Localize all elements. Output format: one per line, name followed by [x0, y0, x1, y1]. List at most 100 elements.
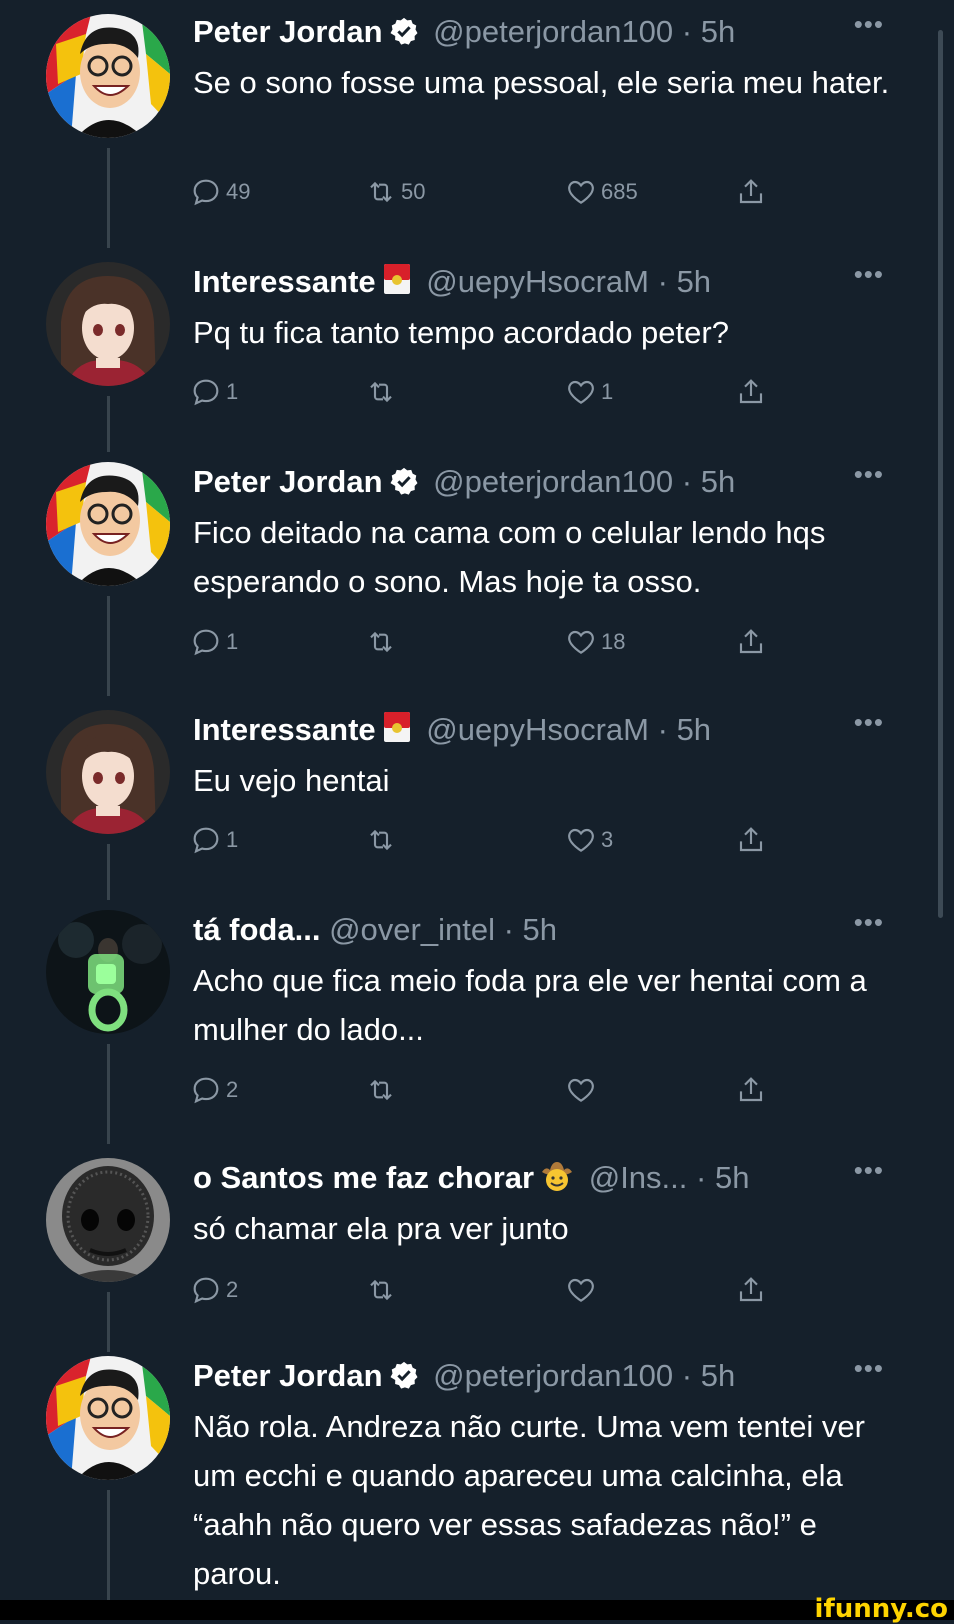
- more-options-icon[interactable]: •••: [854, 702, 884, 742]
- like-button[interactable]: 3: [565, 820, 613, 860]
- timestamp[interactable]: 5h: [523, 912, 557, 947]
- display-name[interactable]: tá foda...: [193, 912, 320, 947]
- tweet-header: tá foda... @over_intel · 5h •••: [193, 907, 884, 950]
- handle[interactable]: @peterjordan100: [433, 1358, 673, 1393]
- display-name[interactable]: Interessante: [193, 712, 376, 747]
- more-options-icon[interactable]: •••: [854, 4, 884, 44]
- avatar[interactable]: [46, 910, 170, 1034]
- separator: ·: [657, 264, 668, 299]
- display-name[interactable]: Peter Jordan: [193, 1358, 383, 1393]
- share-button[interactable]: [735, 1070, 767, 1110]
- like-button[interactable]: [565, 1070, 601, 1110]
- timestamp[interactable]: 5h: [701, 1358, 735, 1393]
- like-button[interactable]: 18: [565, 622, 625, 662]
- share-button[interactable]: [735, 172, 767, 212]
- separator: ·: [657, 712, 668, 747]
- display-name[interactable]: Interessante: [193, 264, 376, 299]
- handle[interactable]: @peterjordan100: [433, 464, 673, 499]
- thread-line: [107, 396, 110, 452]
- tweet-header: o Santos me faz chorar @Ins... · 5h •••: [193, 1155, 884, 1198]
- display-name[interactable]: Peter Jordan: [193, 14, 383, 49]
- avatar[interactable]: [46, 1158, 170, 1282]
- handle[interactable]: @uepyHsocraM: [426, 264, 649, 299]
- reply-button[interactable]: 1: [190, 820, 238, 860]
- retweet-button[interactable]: 50: [365, 172, 425, 212]
- avatar[interactable]: [46, 462, 170, 586]
- handle[interactable]: @Ins...: [589, 1160, 688, 1195]
- share-button[interactable]: [735, 1270, 767, 1310]
- share-button[interactable]: [735, 372, 767, 412]
- verified-badge-icon: [389, 16, 419, 56]
- reply-button[interactable]: 49: [190, 172, 250, 212]
- retweet-button[interactable]: [365, 372, 401, 412]
- reply-count: 2: [226, 1277, 239, 1302]
- verified-badge-icon: [389, 1360, 419, 1400]
- green-toilet-avatar-icon: [46, 910, 170, 1034]
- retweet-count: 50: [401, 179, 426, 204]
- more-options-icon[interactable]: •••: [854, 454, 884, 494]
- retweet-icon: [370, 181, 392, 203]
- reply-button[interactable]: 1: [190, 622, 238, 662]
- handle[interactable]: @uepyHsocraM: [426, 712, 649, 747]
- tweet-actions: 1 18: [190, 622, 790, 662]
- timestamp[interactable]: 5h: [701, 464, 735, 499]
- tweet-text: Pq tu fica tanto tempo acordado peter?: [193, 315, 729, 350]
- like-button[interactable]: 1: [565, 372, 613, 412]
- retweet-icon: [370, 1279, 392, 1301]
- timestamp[interactable]: 5h: [715, 1160, 749, 1195]
- tweet-text: Acho que fica meio foda pra ele ver hent…: [193, 963, 867, 1047]
- heart-icon: [568, 180, 594, 204]
- like-button[interactable]: [565, 1270, 601, 1310]
- retweet-button[interactable]: [365, 1270, 401, 1310]
- cartoon-man-avatar-icon: [46, 1356, 170, 1480]
- retweet-button[interactable]: [365, 820, 401, 860]
- handle[interactable]: @peterjordan100: [433, 14, 673, 49]
- tweet-text: só chamar ela pra ver junto: [193, 1211, 569, 1246]
- reply-button[interactable]: 1: [190, 372, 238, 412]
- retweet-button[interactable]: [365, 1070, 401, 1110]
- retweet-button[interactable]: [365, 622, 401, 662]
- tweet-text: Eu vejo hentai: [193, 763, 390, 798]
- like-button[interactable]: 685: [565, 172, 638, 212]
- avatar[interactable]: [46, 710, 170, 834]
- tweet-text: Não rola. Andreza não curte. Uma vem ten…: [193, 1409, 865, 1591]
- verified-badge-icon: [389, 466, 419, 506]
- like-count: 3: [601, 827, 614, 852]
- separator: ·: [681, 14, 693, 49]
- thread-line: [107, 1490, 110, 1600]
- tweet-header: Interessante @uepyHsocraM · 5h •••: [193, 259, 884, 302]
- more-options-icon[interactable]: •••: [854, 1150, 884, 1190]
- tweet-text: Fico deitado na cama com o celular lendo…: [193, 515, 826, 599]
- more-options-icon[interactable]: •••: [854, 1348, 884, 1388]
- reply-icon: [193, 1077, 219, 1104]
- thread-line: [107, 148, 110, 248]
- share-button[interactable]: [735, 820, 767, 860]
- share-icon: [739, 379, 763, 404]
- timestamp[interactable]: 5h: [677, 712, 711, 747]
- share-icon: [739, 827, 763, 852]
- display-name[interactable]: o Santos me faz chorar: [193, 1160, 534, 1195]
- timestamp[interactable]: 5h: [677, 264, 711, 299]
- reply-button[interactable]: 2: [190, 1070, 238, 1110]
- reply-button[interactable]: 2: [190, 1270, 238, 1310]
- avatar[interactable]: [46, 1356, 170, 1480]
- separator: ·: [696, 1160, 707, 1195]
- display-name[interactable]: Peter Jordan: [193, 464, 383, 499]
- more-options-icon[interactable]: •••: [854, 902, 884, 942]
- dark-creature-avatar-icon: [46, 1158, 170, 1282]
- separator: ·: [681, 1358, 693, 1393]
- avatar[interactable]: [46, 14, 170, 138]
- timestamp[interactable]: 5h: [701, 14, 735, 49]
- share-button[interactable]: [735, 622, 767, 662]
- watermark: ifunny.co: [814, 1594, 948, 1624]
- thread-line: [107, 844, 110, 900]
- reply-count: 1: [226, 379, 239, 404]
- avatar[interactable]: [46, 262, 170, 386]
- scrollbar[interactable]: [938, 30, 943, 918]
- more-options-icon[interactable]: •••: [854, 254, 884, 294]
- separator: ·: [503, 912, 514, 947]
- conversation-thread: Peter Jordan @peterjordan100 · 5h ••• Se…: [0, 0, 954, 1600]
- tweet-header: Peter Jordan @peterjordan100 · 5h •••: [193, 1353, 884, 1396]
- tweet-actions: 1 3: [190, 820, 790, 860]
- handle[interactable]: @over_intel: [329, 912, 495, 947]
